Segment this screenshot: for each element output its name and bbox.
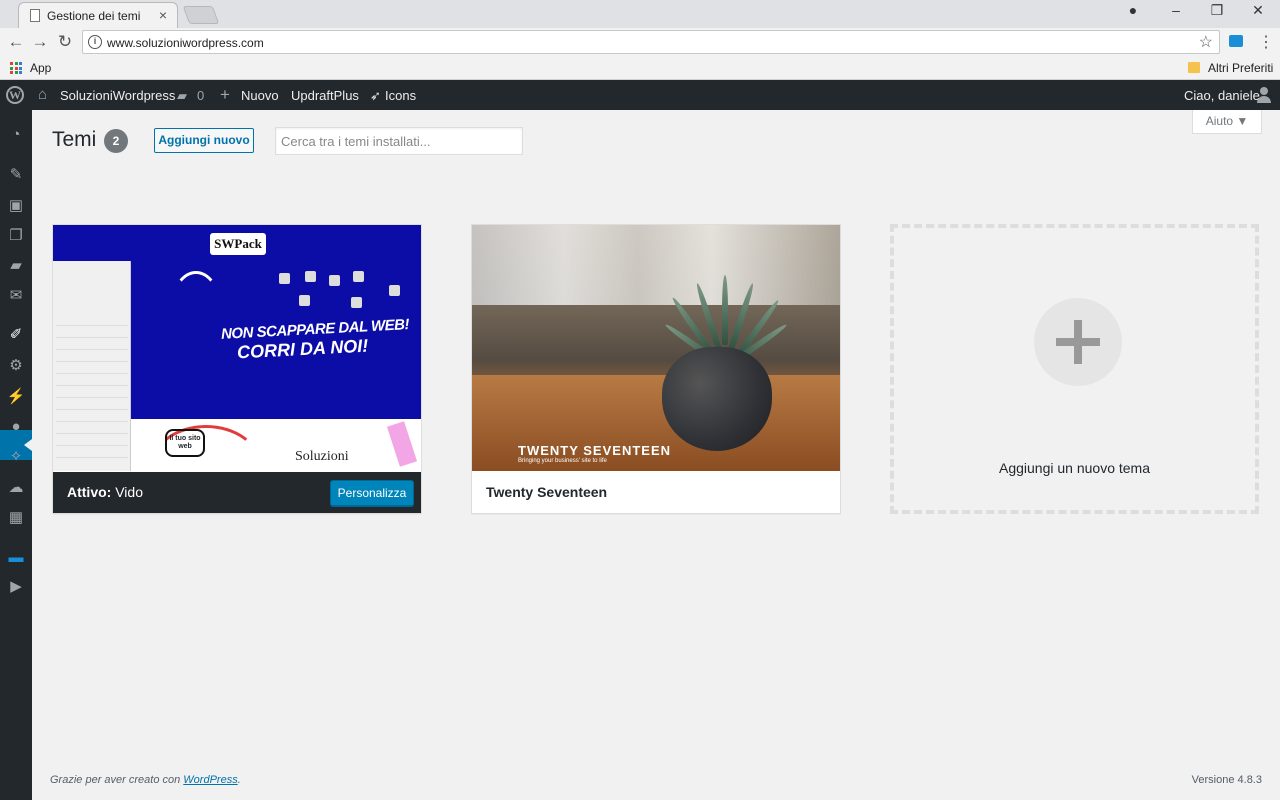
plant-pot xyxy=(662,347,772,451)
social-icon xyxy=(389,285,400,296)
browser-tabbar: Gestione dei temi × ● – ❐ ✕ xyxy=(0,0,1280,28)
appearance-icon[interactable]: ✐ xyxy=(6,325,26,345)
pin-icon[interactable]: ✎ xyxy=(6,165,26,185)
plus-icon[interactable]: + xyxy=(220,85,230,105)
screenshot-customizer-panel xyxy=(53,261,131,471)
site-name-link[interactable]: SoluzioniWordpress xyxy=(60,88,175,103)
other-bookmarks[interactable]: Altri Preferiti xyxy=(1208,61,1273,75)
screenshot-window xyxy=(472,225,840,305)
search-themes-input[interactable] xyxy=(275,127,523,155)
settings-gear-icon[interactable]: ⚙ xyxy=(6,356,26,376)
themes-count-badge: 2 xyxy=(104,129,128,153)
add-new-theme-label: Aggiungi un nuovo tema xyxy=(999,460,1150,476)
customize-button[interactable]: Personalizza xyxy=(330,480,414,506)
theme-bar: Twenty Seventeen xyxy=(472,472,840,513)
address-bar[interactable]: i www.soluzioniwordpress.com ☆ xyxy=(82,30,1220,54)
screenshot-subtitle: Bringing your business' site to life xyxy=(518,458,607,464)
dashboard-icon[interactable]: ◔ xyxy=(6,125,26,145)
menu-icon[interactable]: ⋮ xyxy=(1258,32,1274,52)
profile-icon[interactable]: ● xyxy=(1113,2,1153,18)
plus-icon[interactable] xyxy=(1034,298,1122,386)
social-icon xyxy=(305,271,316,282)
new-tab-button[interactable] xyxy=(182,6,220,24)
page-icon xyxy=(30,9,40,22)
page-title: Temi xyxy=(52,128,97,151)
updraftplus-link[interactable]: UpdraftPlus xyxy=(291,88,359,103)
cloud-icon[interactable]: ☁ xyxy=(6,478,26,498)
mail-icon[interactable]: ✉ xyxy=(6,286,26,306)
back-icon[interactable]: ← xyxy=(6,32,26,52)
footer-version: Versione 4.8.3 xyxy=(1191,774,1262,786)
info-icon[interactable]: i xyxy=(88,35,102,49)
screenshot-bubble: Il tuo sito web xyxy=(165,429,205,457)
admin-sidebar: ◔ ✎ ▣ ❐ ▰ ✉ ✐ ⚙ ⚡ ● ✧ ☁ ▦ ▬ ▶ xyxy=(0,110,32,800)
tools-icon[interactable]: ✧ xyxy=(6,447,26,467)
wordpress-link[interactable]: WordPress xyxy=(183,774,237,786)
add-new-button[interactable]: Aggiungi nuovo xyxy=(154,128,254,153)
browser-tab[interactable]: Gestione dei temi × xyxy=(18,2,178,28)
screenshot-title: TWENTY SEVENTEEN xyxy=(518,443,672,458)
pages-icon[interactable]: ❐ xyxy=(6,226,26,246)
theme-card-vido[interactable]: SWPack NON SCAPPARE DAL WEB! CORRI DA NO… xyxy=(52,224,422,514)
maximize-icon[interactable]: ❐ xyxy=(1197,2,1237,19)
rocket-icon[interactable]: ➶ xyxy=(370,88,381,104)
theme-name: Twenty Seventeen xyxy=(486,484,608,500)
reload-icon[interactable]: ↻ xyxy=(55,32,75,52)
forward-icon[interactable]: → xyxy=(30,32,50,52)
help-tab-button[interactable]: Aiuto ▼ xyxy=(1192,110,1262,134)
decorative-note xyxy=(386,421,418,467)
browser-toolbar: ← → ↻ i www.soluzioniwordpress.com ☆ xyxy=(0,28,1280,56)
bookmarks-bar: App Altri Preferiti xyxy=(0,56,1280,80)
screenshot-logo: SWPack xyxy=(210,233,266,255)
user-greeting[interactable]: Ciao, daniele xyxy=(1184,88,1260,103)
add-new-theme-card[interactable]: Aggiungi un nuovo tema xyxy=(890,224,1259,514)
theme-screenshot[interactable]: TWENTY SEVENTEEN Bringing your business'… xyxy=(472,225,840,471)
footer-thanks: Grazie per aver creato con WordPress. xyxy=(50,774,241,786)
theme-card-twenty-seventeen[interactable]: TWENTY SEVENTEEN Bringing your business'… xyxy=(471,224,841,514)
home-icon[interactable]: ⌂ xyxy=(38,86,47,103)
screenshot-bottom: Il tuo sito web Soluzioni xyxy=(131,419,421,471)
comments-icon[interactable]: ▰ xyxy=(6,256,26,276)
play-icon[interactable]: ▶ xyxy=(6,577,26,597)
new-content-link[interactable]: Nuovo xyxy=(241,88,279,103)
media-icon[interactable]: ▣ xyxy=(6,196,26,216)
social-icon xyxy=(299,295,310,306)
runner-figure xyxy=(171,271,221,341)
wp-admin-bar: ⌂ SoluzioniWordpress ▰ 0 + Nuovo Updraft… xyxy=(0,80,1280,110)
active-label: Attivo: xyxy=(67,484,112,500)
plugins-icon[interactable]: ⚡ xyxy=(6,387,26,407)
icons-link[interactable]: Icons xyxy=(385,88,416,103)
close-tab-icon[interactable]: × xyxy=(159,7,167,23)
footer-period: . xyxy=(237,774,241,786)
close-window-icon[interactable]: ✕ xyxy=(1238,2,1278,19)
star-icon[interactable]: ☆ xyxy=(1199,32,1213,52)
avatar[interactable] xyxy=(1256,87,1272,103)
extension-icon[interactable] xyxy=(1229,35,1243,47)
footer-thanks-text: Grazie per aver creato con xyxy=(50,774,181,786)
tab-title: Gestione dei temi xyxy=(47,9,141,23)
folder-icon xyxy=(1188,62,1200,73)
apps-icon[interactable] xyxy=(10,62,22,74)
layout-icon[interactable]: ▦ xyxy=(6,508,26,528)
wordpress-logo-icon[interactable]: W xyxy=(6,86,24,104)
active-theme-name: Vido xyxy=(115,484,143,500)
users-icon[interactable]: ● xyxy=(6,417,26,437)
theme-name: Attivo: Vido xyxy=(67,484,143,500)
plant-leaf xyxy=(722,275,728,345)
social-icon xyxy=(329,275,340,286)
screenshot-brand: Soluzioni xyxy=(295,449,349,464)
social-icon xyxy=(351,297,362,308)
social-icon xyxy=(279,273,290,284)
theme-screenshot[interactable]: SWPack NON SCAPPARE DAL WEB! CORRI DA NO… xyxy=(53,225,421,471)
minimize-icon[interactable]: – xyxy=(1156,2,1196,18)
url-text: www.soluzioniwordpress.com xyxy=(107,36,264,50)
apps-bookmark[interactable]: App xyxy=(30,61,51,75)
screenshot-hero: NON SCAPPARE DAL WEB! CORRI DA NOI! xyxy=(131,261,421,419)
theme-bar-active: Attivo: Vido Personalizza xyxy=(53,472,421,513)
comments-count[interactable]: 0 xyxy=(197,88,204,103)
updraft-icon[interactable]: ▬ xyxy=(6,548,26,568)
social-icon xyxy=(353,271,364,282)
comment-icon[interactable]: ▰ xyxy=(177,88,187,104)
